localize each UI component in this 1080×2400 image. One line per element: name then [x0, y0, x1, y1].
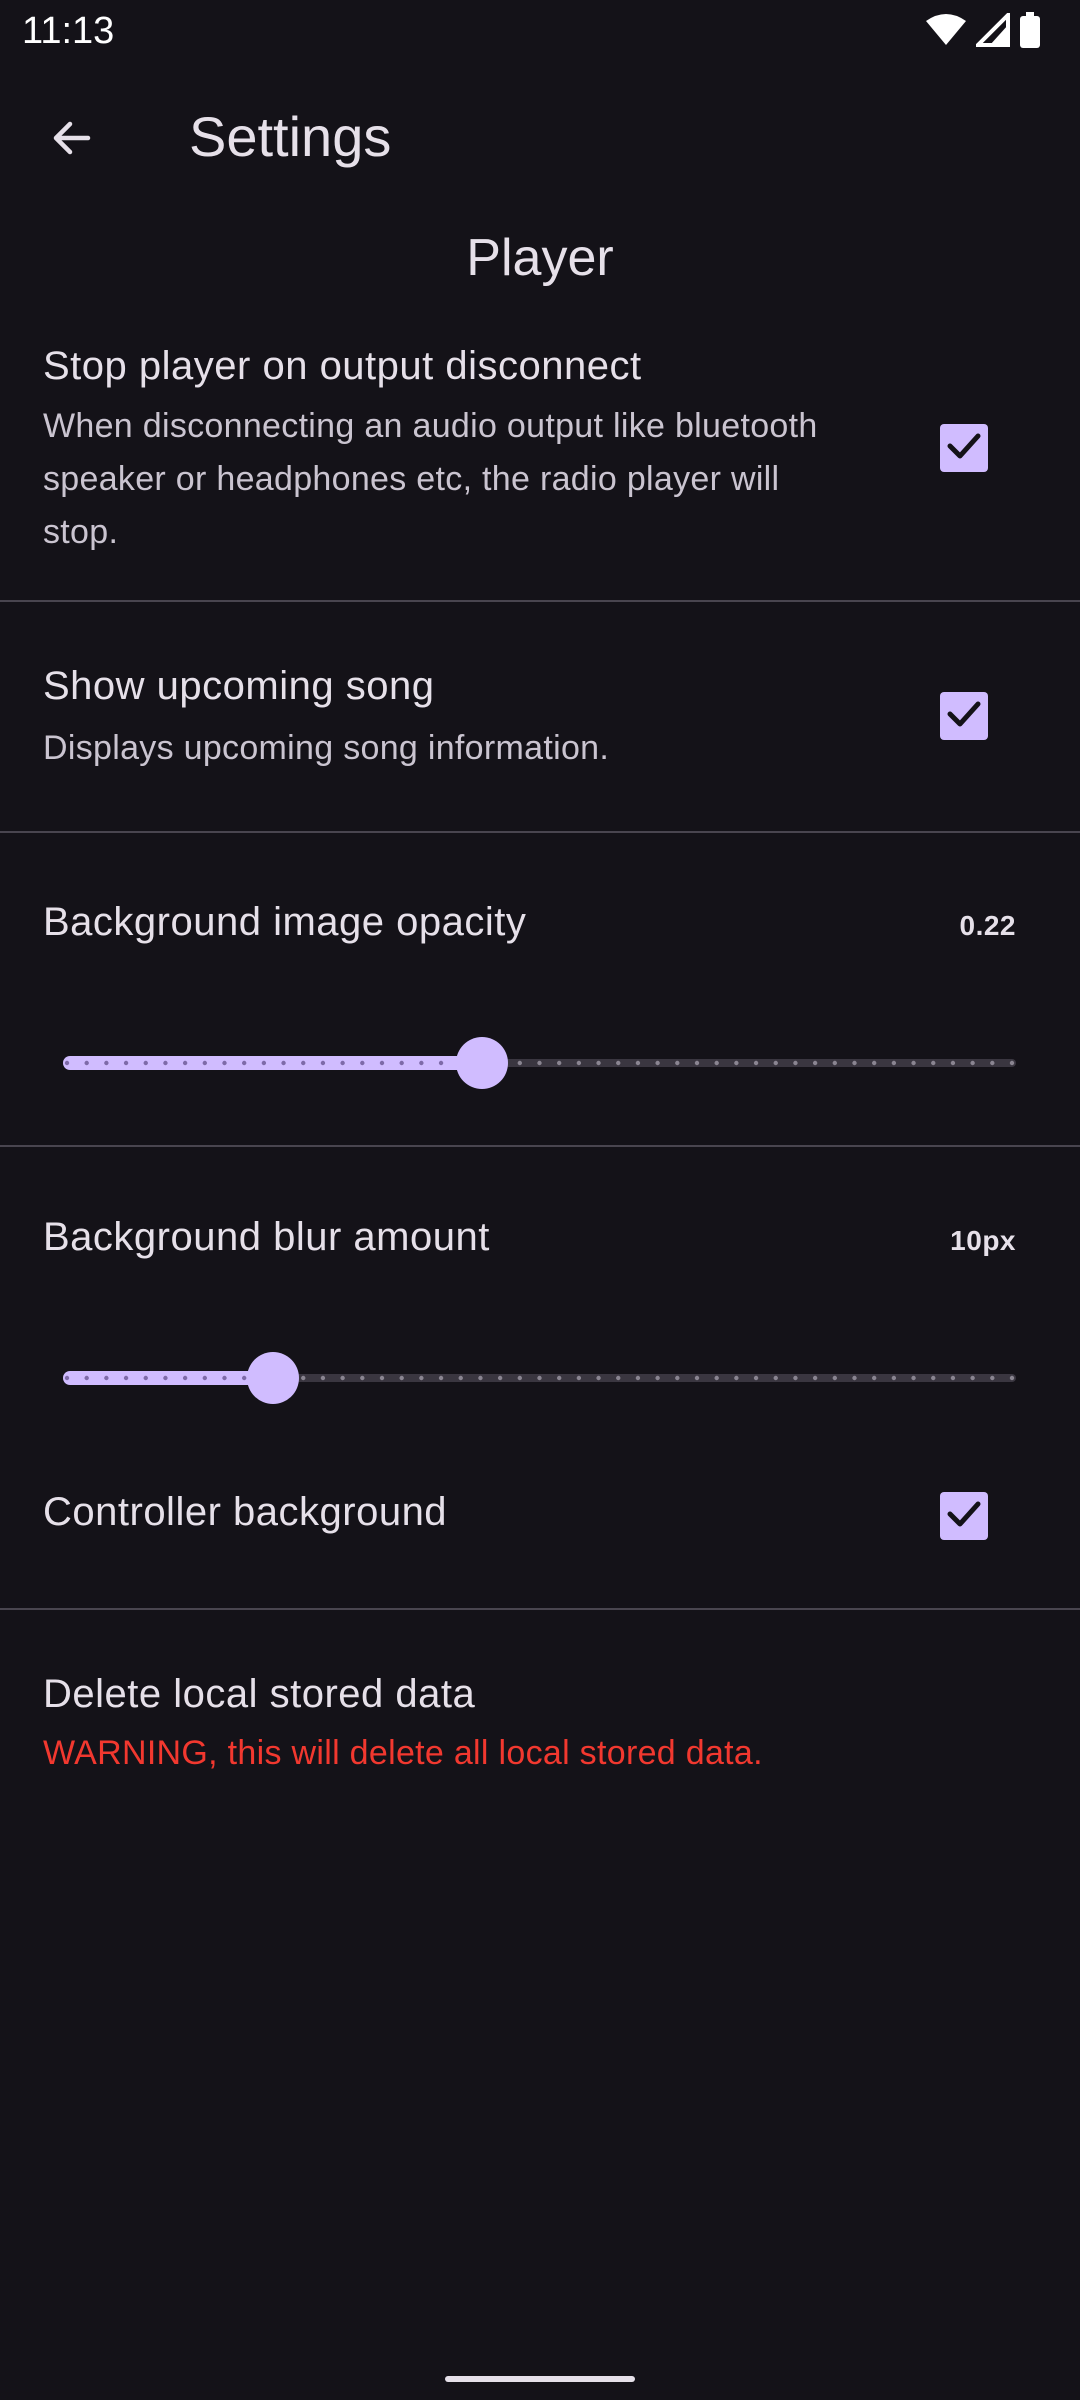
status-bar: 11:13 [0, 0, 1080, 64]
setting-bg-opacity: Background image opacity 0.22 [0, 880, 1080, 1140]
setting-stop-on-disconnect[interactable]: Stop player on output disconnect When di… [0, 330, 1080, 600]
slider-tick-marks [64, 1060, 1015, 1066]
opacity-value: 0.22 [959, 910, 1016, 941]
back-button[interactable] [36, 104, 108, 176]
delete-data-title: Delete local stored data [43, 1672, 476, 1716]
setting-subtitle: Displays upcoming song information. [43, 729, 610, 767]
check-icon [944, 694, 984, 739]
divider [0, 1145, 1080, 1147]
wifi-icon [926, 13, 966, 52]
section-title: Player [466, 229, 614, 287]
setting-subtitle: When disconnecting an audio output like … [43, 407, 818, 551]
divider [0, 600, 1080, 602]
setting-bg-blur: Background blur amount 10px [0, 1195, 1080, 1455]
check-icon [944, 426, 984, 471]
setting-title: Controller background [43, 1490, 448, 1534]
status-time: 11:13 [22, 10, 115, 52]
blur-value: 10px [950, 1225, 1016, 1256]
battery-icon [1020, 11, 1040, 53]
delete-data-item[interactable]: Delete local stored data WARNING, this w… [0, 1650, 1080, 1790]
home-indicator [445, 2376, 635, 2382]
divider [0, 1608, 1080, 1610]
delete-data-warning: WARNING, this will delete all local stor… [43, 1734, 763, 1772]
divider [0, 831, 1080, 833]
controller-bg-checkbox[interactable] [940, 1492, 988, 1540]
setting-title: Background blur amount [43, 1215, 490, 1259]
slider-tick-marks [64, 1375, 1015, 1381]
app-bar: Settings [0, 64, 1080, 208]
setting-title: Stop player on output disconnect [43, 344, 642, 388]
opacity-slider[interactable] [63, 1032, 1016, 1092]
slider-thumb[interactable] [456, 1037, 508, 1089]
setting-controller-bg[interactable]: Controller background [0, 1470, 1080, 1580]
blur-slider[interactable] [63, 1347, 1016, 1407]
stop-on-disconnect-checkbox[interactable] [940, 424, 988, 472]
setting-title: Show upcoming song [43, 664, 435, 708]
arrow-back-icon [48, 114, 96, 167]
setting-upcoming-song[interactable]: Show upcoming song Displays upcoming son… [0, 650, 1080, 830]
check-icon [944, 1494, 984, 1539]
signal-icon [973, 9, 1010, 52]
upcoming-song-checkbox[interactable] [940, 692, 988, 740]
slider-thumb[interactable] [247, 1352, 299, 1404]
page-title: Settings [189, 105, 392, 168]
setting-title: Background image opacity [43, 900, 527, 944]
